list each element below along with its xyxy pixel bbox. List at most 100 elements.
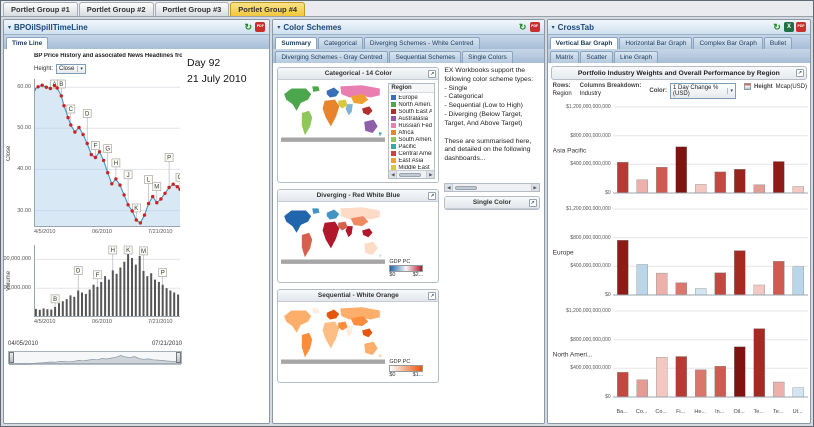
industry-bar[interactable]	[636, 265, 647, 296]
tab-bullet[interactable]: Bullet	[764, 37, 792, 49]
legend-item[interactable]: Russian Fede...	[391, 122, 432, 129]
industry-bar[interactable]	[792, 267, 803, 295]
time-range-slider[interactable]	[8, 351, 182, 364]
portlet-group-tab-1[interactable]: Portlet Group #1	[3, 2, 78, 16]
volume-bar[interactable]	[96, 287, 98, 317]
industry-bar[interactable]	[656, 167, 667, 193]
legend-item[interactable]: East Asia	[391, 157, 432, 164]
price-point[interactable]	[66, 116, 69, 119]
industry-bar[interactable]	[734, 251, 745, 295]
industry-bar[interactable]	[617, 240, 628, 295]
price-point[interactable]	[81, 133, 84, 136]
collapse-icon[interactable]: ▾	[277, 24, 280, 31]
volume-bar[interactable]	[177, 295, 179, 318]
industry-bar[interactable]	[773, 162, 784, 194]
columns-breakdown-value[interactable]: Industry	[580, 91, 642, 97]
region-plot[interactable]	[613, 307, 808, 403]
volume-bar[interactable]	[46, 309, 48, 317]
price-point[interactable]	[155, 201, 158, 204]
slider-handle-right[interactable]	[176, 352, 181, 363]
price-point[interactable]	[49, 87, 52, 90]
volume-bar[interactable]	[81, 293, 83, 318]
volume-bar-chart[interactable]: BDFHKMP	[34, 245, 180, 317]
price-point[interactable]	[151, 195, 154, 198]
region-plot[interactable]	[613, 205, 808, 301]
price-line-chart[interactable]: ABCDFGHJKLMPQ	[34, 79, 180, 227]
legend-item[interactable]: Australasia	[391, 115, 432, 122]
industry-bar[interactable]	[734, 347, 745, 397]
volume-bar[interactable]	[123, 262, 125, 317]
volume-bar[interactable]	[85, 294, 87, 317]
tab-single-colors[interactable]: Single Colors	[462, 51, 513, 63]
collapse-icon[interactable]: ▾	[552, 24, 555, 31]
volume-bar[interactable]	[143, 271, 145, 317]
volume-bar[interactable]	[62, 301, 64, 317]
volume-bar[interactable]	[54, 307, 56, 317]
price-point[interactable]	[159, 197, 162, 200]
price-point[interactable]	[126, 203, 129, 206]
volume-bar[interactable]	[150, 273, 152, 317]
price-point[interactable]	[167, 186, 170, 189]
volume-bar[interactable]	[135, 265, 137, 317]
industry-bar[interactable]	[792, 187, 803, 194]
price-point[interactable]	[73, 130, 76, 133]
industry-bar[interactable]	[753, 329, 764, 397]
excel-export-icon[interactable]	[784, 22, 794, 32]
price-point[interactable]	[77, 126, 80, 129]
industry-bar[interactable]	[656, 273, 667, 295]
industry-bar[interactable]	[714, 273, 725, 295]
price-point[interactable]	[90, 153, 93, 156]
volume-bar[interactable]	[39, 310, 41, 317]
price-point[interactable]	[131, 209, 134, 212]
tab-line-graph[interactable]: Line Graph	[614, 51, 658, 63]
volume-bar[interactable]	[139, 256, 141, 317]
portlet-group-tab-3[interactable]: Portlet Group #3	[155, 2, 230, 16]
industry-bar[interactable]	[636, 180, 647, 193]
tab-diverging-schemes-gray-centred[interactable]: Diverging Schemes - Gray Centred	[275, 51, 388, 63]
volume-bar[interactable]	[158, 282, 160, 317]
price-point[interactable]	[69, 123, 72, 126]
tab-horizontal-bar-graph[interactable]: Horizontal Bar Graph	[619, 37, 692, 49]
tab-scatter[interactable]: Scatter	[580, 51, 613, 63]
volume-bar[interactable]	[50, 310, 52, 318]
volume-bar[interactable]	[116, 274, 118, 317]
rows-value[interactable]: Region	[553, 91, 572, 97]
refresh-icon[interactable]	[243, 22, 253, 32]
volume-bar[interactable]	[93, 285, 95, 317]
industry-bar[interactable]	[695, 184, 706, 193]
volume-bar[interactable]	[104, 276, 106, 317]
scroll-thumb[interactable]	[399, 173, 421, 177]
price-point[interactable]	[163, 192, 166, 195]
industry-bar[interactable]	[675, 357, 686, 398]
legend-scrollbar[interactable]: ◀ ▶	[389, 170, 434, 178]
volume-bar[interactable]	[108, 280, 110, 317]
price-point[interactable]	[45, 86, 48, 89]
volume-bar[interactable]	[127, 249, 129, 318]
info-scrollbar[interactable]: ◀ ▶	[444, 183, 539, 192]
volume-bar[interactable]	[89, 290, 91, 317]
volume-bar[interactable]	[154, 280, 156, 317]
volume-bar[interactable]	[119, 268, 121, 318]
price-point[interactable]	[86, 142, 89, 145]
volume-bar[interactable]	[169, 291, 171, 318]
scroll-left-icon[interactable]: ◀	[389, 171, 397, 178]
volume-bar[interactable]	[35, 309, 37, 317]
scroll-left-icon[interactable]: ◀	[445, 184, 453, 191]
industry-bar[interactable]	[734, 169, 745, 193]
volume-bar[interactable]	[58, 303, 60, 317]
price-point[interactable]	[102, 159, 105, 162]
price-point[interactable]	[62, 104, 65, 107]
price-point[interactable]	[118, 183, 121, 186]
price-point[interactable]	[94, 156, 97, 159]
slider-handle-left[interactable]	[9, 352, 14, 363]
portlet-group-tab-4[interactable]: Portlet Group #4	[230, 2, 305, 16]
legend-item[interactable]: Central Amer...	[391, 150, 432, 157]
industry-bar[interactable]	[675, 283, 686, 295]
legend-item[interactable]: Europe	[391, 94, 432, 101]
price-point[interactable]	[60, 94, 63, 97]
price-point[interactable]	[122, 193, 125, 196]
legend-item[interactable]: North Ameri...	[391, 101, 432, 108]
volume-bar[interactable]	[77, 291, 79, 318]
collapse-icon[interactable]: ▾	[8, 24, 11, 31]
price-point[interactable]	[172, 183, 175, 186]
